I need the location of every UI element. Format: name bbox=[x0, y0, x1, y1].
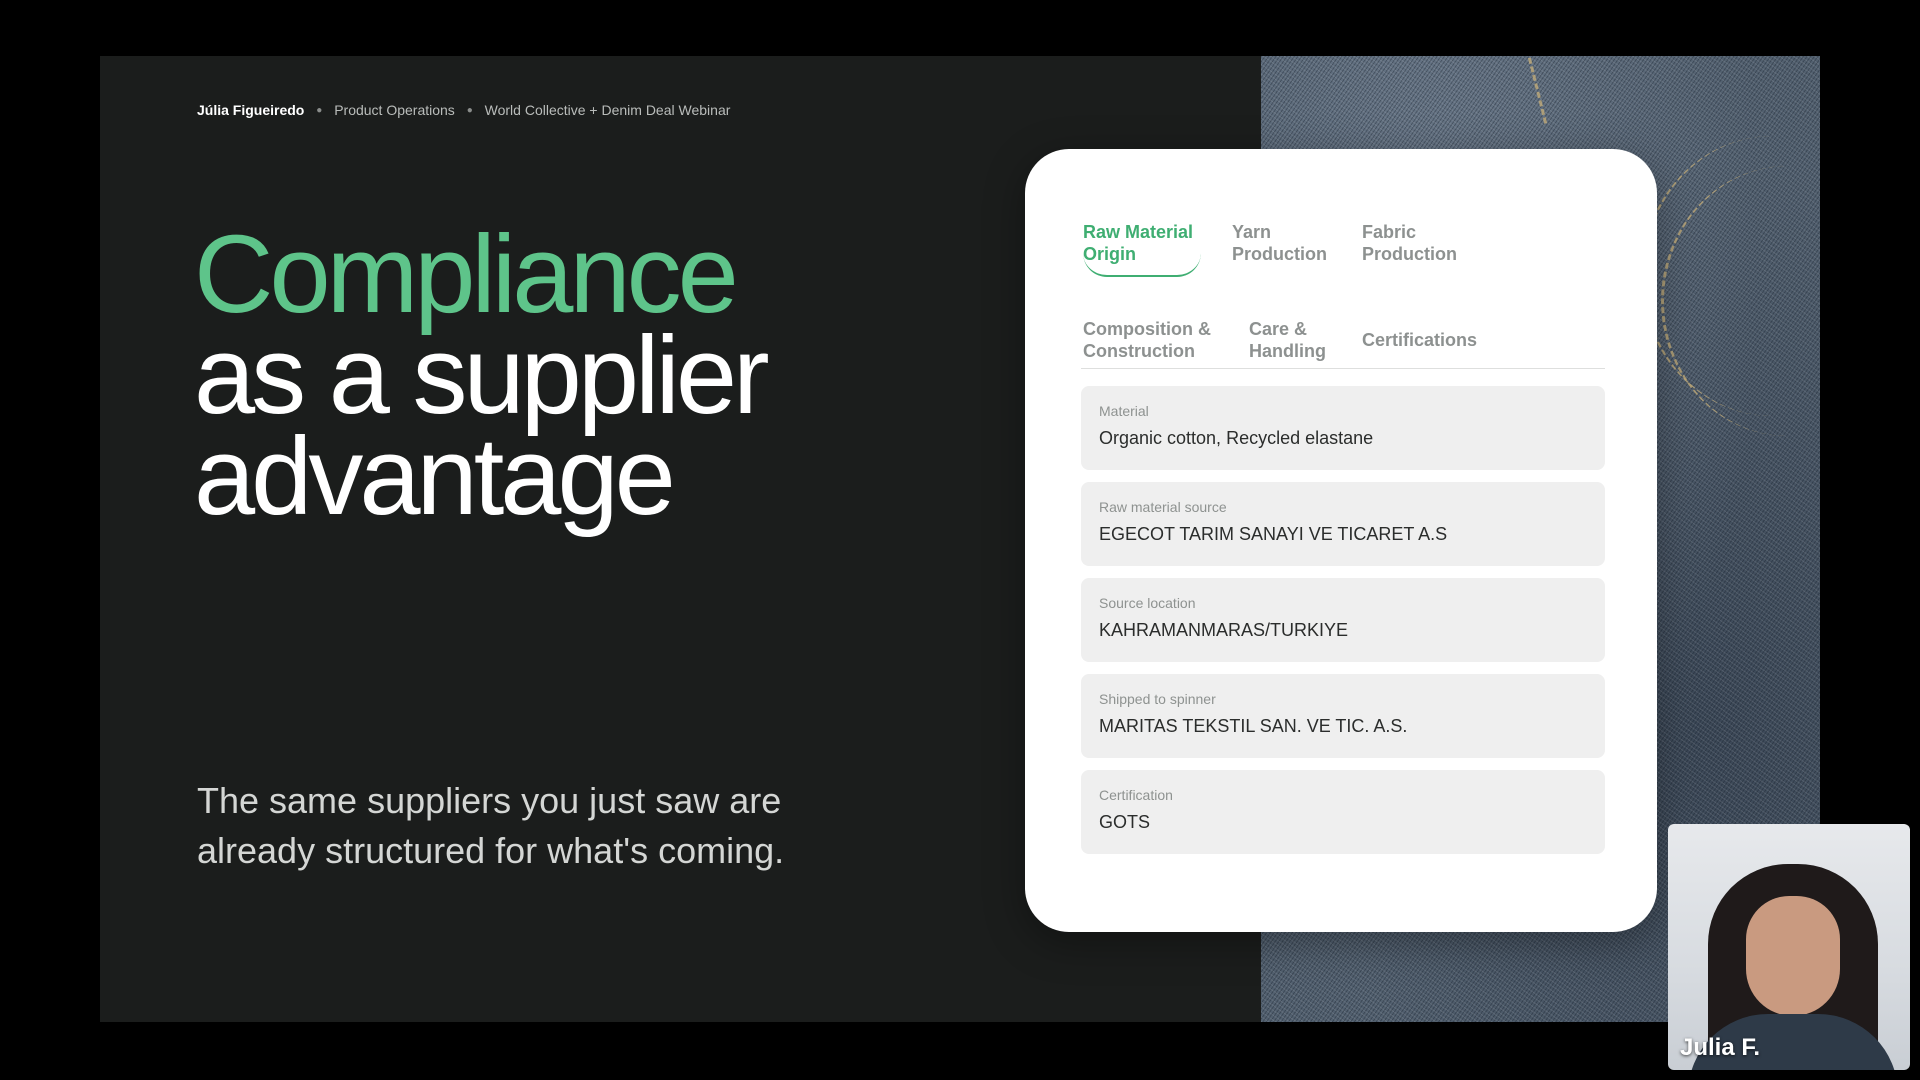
field-label: Certification bbox=[1099, 787, 1173, 803]
tab-label: Handling bbox=[1249, 341, 1326, 361]
field-raw-material-source: Raw material source EGECOT TARIM SANAYI … bbox=[1081, 482, 1605, 566]
tab-label: Yarn bbox=[1232, 222, 1272, 242]
field-shipped-to-spinner: Shipped to spinner MARITAS TEKSTIL SAN. … bbox=[1081, 674, 1605, 758]
tab-label: Certifications bbox=[1362, 330, 1478, 350]
presenter-name: Júlia Figueiredo bbox=[197, 102, 305, 118]
participant-face bbox=[1746, 896, 1840, 1016]
tab-label: Production bbox=[1232, 244, 1327, 264]
tab-care-handling[interactable]: Care & Handling bbox=[1249, 318, 1326, 362]
participant-name: Julia F. bbox=[1680, 1034, 1761, 1061]
tab-label: Raw Material bbox=[1083, 222, 1194, 242]
tab-label: Production bbox=[1362, 244, 1457, 264]
field-value: KAHRAMANMARAS/TURKIYE bbox=[1099, 620, 1349, 640]
tabs-divider bbox=[1081, 368, 1605, 369]
field-value: GOTS bbox=[1099, 812, 1151, 832]
screen: Júlia Figueiredo ● Product Operations ● … bbox=[0, 0, 1920, 1080]
webcam-tile[interactable]: Julia F. bbox=[1668, 824, 1910, 1070]
event-name: World Collective + Denim Deal Webinar bbox=[484, 102, 731, 118]
tab-label: Composition & bbox=[1083, 319, 1211, 339]
field-label: Shipped to spinner bbox=[1099, 691, 1216, 707]
tab-label: Care & bbox=[1249, 319, 1308, 339]
tab-fabric-production[interactable]: Fabric Production bbox=[1362, 221, 1457, 265]
slide-headline: Compliance as a supplier advantage bbox=[194, 213, 770, 538]
slide-subtext: The same suppliers you just saw are alre… bbox=[197, 780, 785, 871]
field-value: Organic cotton, Recycled elastane bbox=[1099, 428, 1374, 448]
active-tab-indicator bbox=[1083, 253, 1201, 277]
field-value: MARITAS TEKSTIL SAN. VE TIC. A.S. bbox=[1099, 716, 1408, 736]
headline-accent: Compliance bbox=[194, 213, 739, 336]
tab-certifications[interactable]: Certifications bbox=[1362, 329, 1477, 351]
tab-composition-construction[interactable]: Composition & Construction bbox=[1083, 318, 1211, 362]
field-source-location: Source location KAHRAMANMARAS/TURKIYE bbox=[1081, 578, 1605, 662]
field-material: Material Organic cotton, Recycled elasta… bbox=[1081, 386, 1605, 470]
tab-yarn-production[interactable]: Yarn Production bbox=[1232, 221, 1327, 265]
field-certification: Certification GOTS bbox=[1081, 770, 1605, 854]
bullet-separator: ● bbox=[466, 105, 473, 116]
headline-line-2: as a supplier bbox=[194, 314, 770, 437]
headline-line-3: advantage bbox=[194, 415, 676, 538]
tab-label: Fabric bbox=[1362, 222, 1417, 242]
field-label: Material bbox=[1099, 403, 1149, 419]
product-passport-card: Raw Material Origin Yarn Production Fabr… bbox=[1025, 149, 1657, 932]
field-label: Source location bbox=[1099, 595, 1196, 611]
presentation-slide: Júlia Figueiredo ● Product Operations ● … bbox=[100, 56, 1820, 1022]
field-label: Raw material source bbox=[1099, 499, 1227, 515]
tab-label: Construction bbox=[1083, 341, 1195, 361]
breadcrumb: Júlia Figueiredo ● Product Operations ● … bbox=[197, 102, 730, 118]
field-value: EGECOT TARIM SANAYI VE TICARET A.S bbox=[1099, 524, 1448, 544]
presenter-team: Product Operations bbox=[334, 102, 455, 118]
bullet-separator: ● bbox=[316, 105, 323, 116]
denim-stitching bbox=[1427, 56, 1548, 146]
